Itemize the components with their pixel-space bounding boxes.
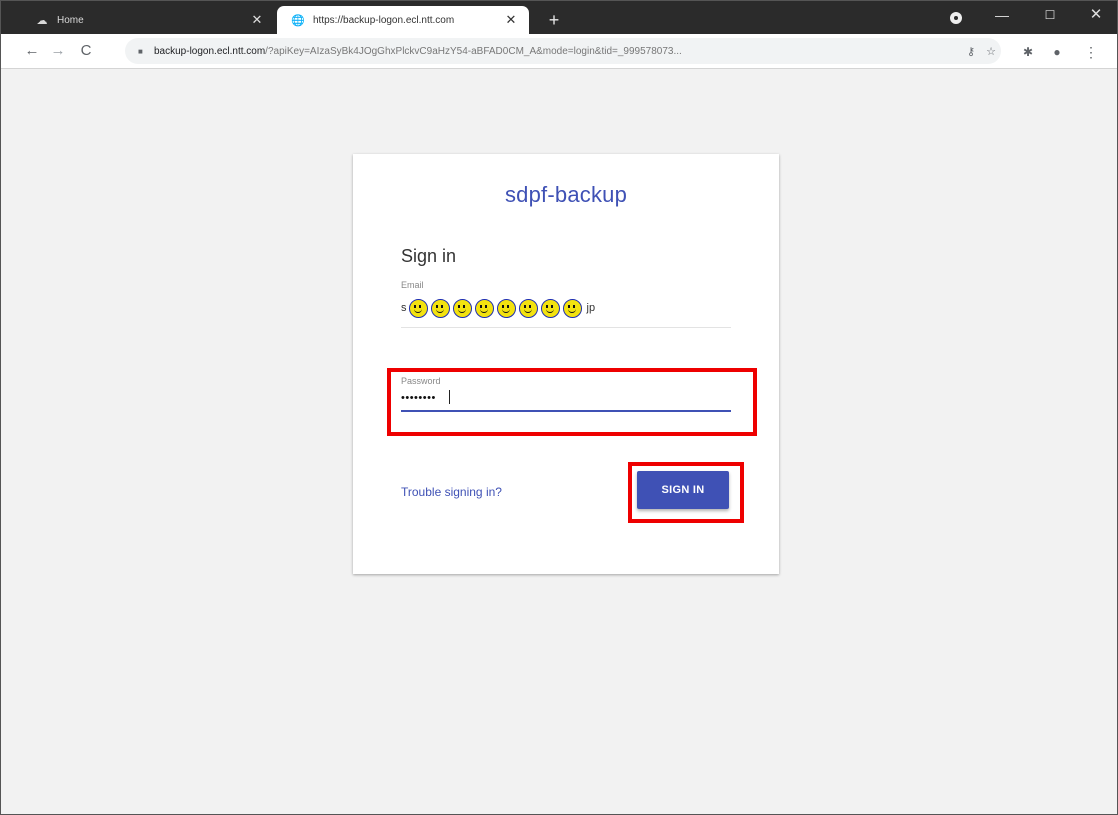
smiley-icon	[540, 298, 560, 318]
maximize-icon[interactable]: ☐	[1027, 1, 1073, 31]
email-prefix: s	[401, 302, 407, 314]
sign-in-highlight-box	[628, 462, 744, 523]
minimize-icon[interactable]: —	[979, 1, 1025, 31]
url-path: /?apiKey=AIzaSyBk4JOgGhxPlckvC9aHzY54-aB…	[265, 45, 682, 57]
smiley-icon	[562, 298, 582, 318]
close-icon[interactable]: ✕	[247, 12, 267, 28]
cloud-icon: ☁	[36, 14, 48, 27]
page-content: sdpf-backup Sign in Email s jp Password …	[1, 69, 1117, 814]
smiley-icon	[496, 298, 516, 318]
email-underline	[401, 327, 731, 328]
signin-heading: Sign in	[401, 246, 457, 266]
email-suffix: jp	[586, 302, 596, 314]
lock-icon[interactable]: ■	[138, 47, 148, 56]
tab-home[interactable]: ☁ Home ✕	[21, 6, 275, 34]
kebab-menu-icon[interactable]: ⋮	[1081, 42, 1101, 62]
star-icon[interactable]: ☆	[981, 45, 1001, 58]
smiley-icon	[430, 298, 450, 318]
smiley-icon	[452, 298, 472, 318]
new-tab-button[interactable]: +	[542, 8, 566, 32]
browser-window: ☁ Home ✕ 🌐 https://backup-logon.ecl.ntt.…	[0, 0, 1118, 815]
tab-backup-logon[interactable]: 🌐 https://backup-logon.ecl.ntt.com ✕	[277, 6, 529, 34]
reload-icon[interactable]: C	[75, 40, 97, 62]
trouble-signing-in-link[interactable]: Trouble signing in?	[401, 485, 502, 499]
key-icon[interactable]: ⚷	[961, 45, 981, 58]
close-icon[interactable]: ✕	[501, 12, 521, 28]
smiley-icon	[518, 298, 538, 318]
password-highlight-box	[387, 368, 757, 436]
window-close-icon[interactable]: ✕	[1073, 1, 1117, 31]
smiley-icon	[408, 298, 428, 318]
smiley-icon	[474, 298, 494, 318]
url-host: backup-logon.ecl.ntt.com	[154, 45, 266, 57]
tab-title: https://backup-logon.ecl.ntt.com	[313, 14, 455, 26]
tab-title: Home	[57, 14, 84, 26]
record-icon[interactable]	[950, 12, 962, 24]
forward-arrow-icon[interactable]: →	[47, 40, 69, 62]
profile-icon[interactable]: ●	[1047, 42, 1067, 62]
address-bar[interactable]: ■ backup-logon.ecl.ntt.com /?apiKey=AIza…	[125, 38, 1001, 64]
browser-toolbar: ← → C ■ backup-logon.ecl.ntt.com /?apiKe…	[1, 34, 1117, 69]
email-label: Email	[401, 280, 424, 290]
back-arrow-icon[interactable]: ←	[21, 40, 43, 62]
app-title: sdpf-backup	[504, 182, 628, 207]
tab-strip: ☁ Home ✕ 🌐 https://backup-logon.ecl.ntt.…	[1, 1, 1117, 34]
masked-email-characters	[408, 298, 585, 318]
globe-icon: 🌐	[291, 14, 305, 27]
email-field[interactable]: s jp	[401, 295, 731, 321]
puzzle-icon[interactable]: ✱	[1018, 42, 1038, 62]
